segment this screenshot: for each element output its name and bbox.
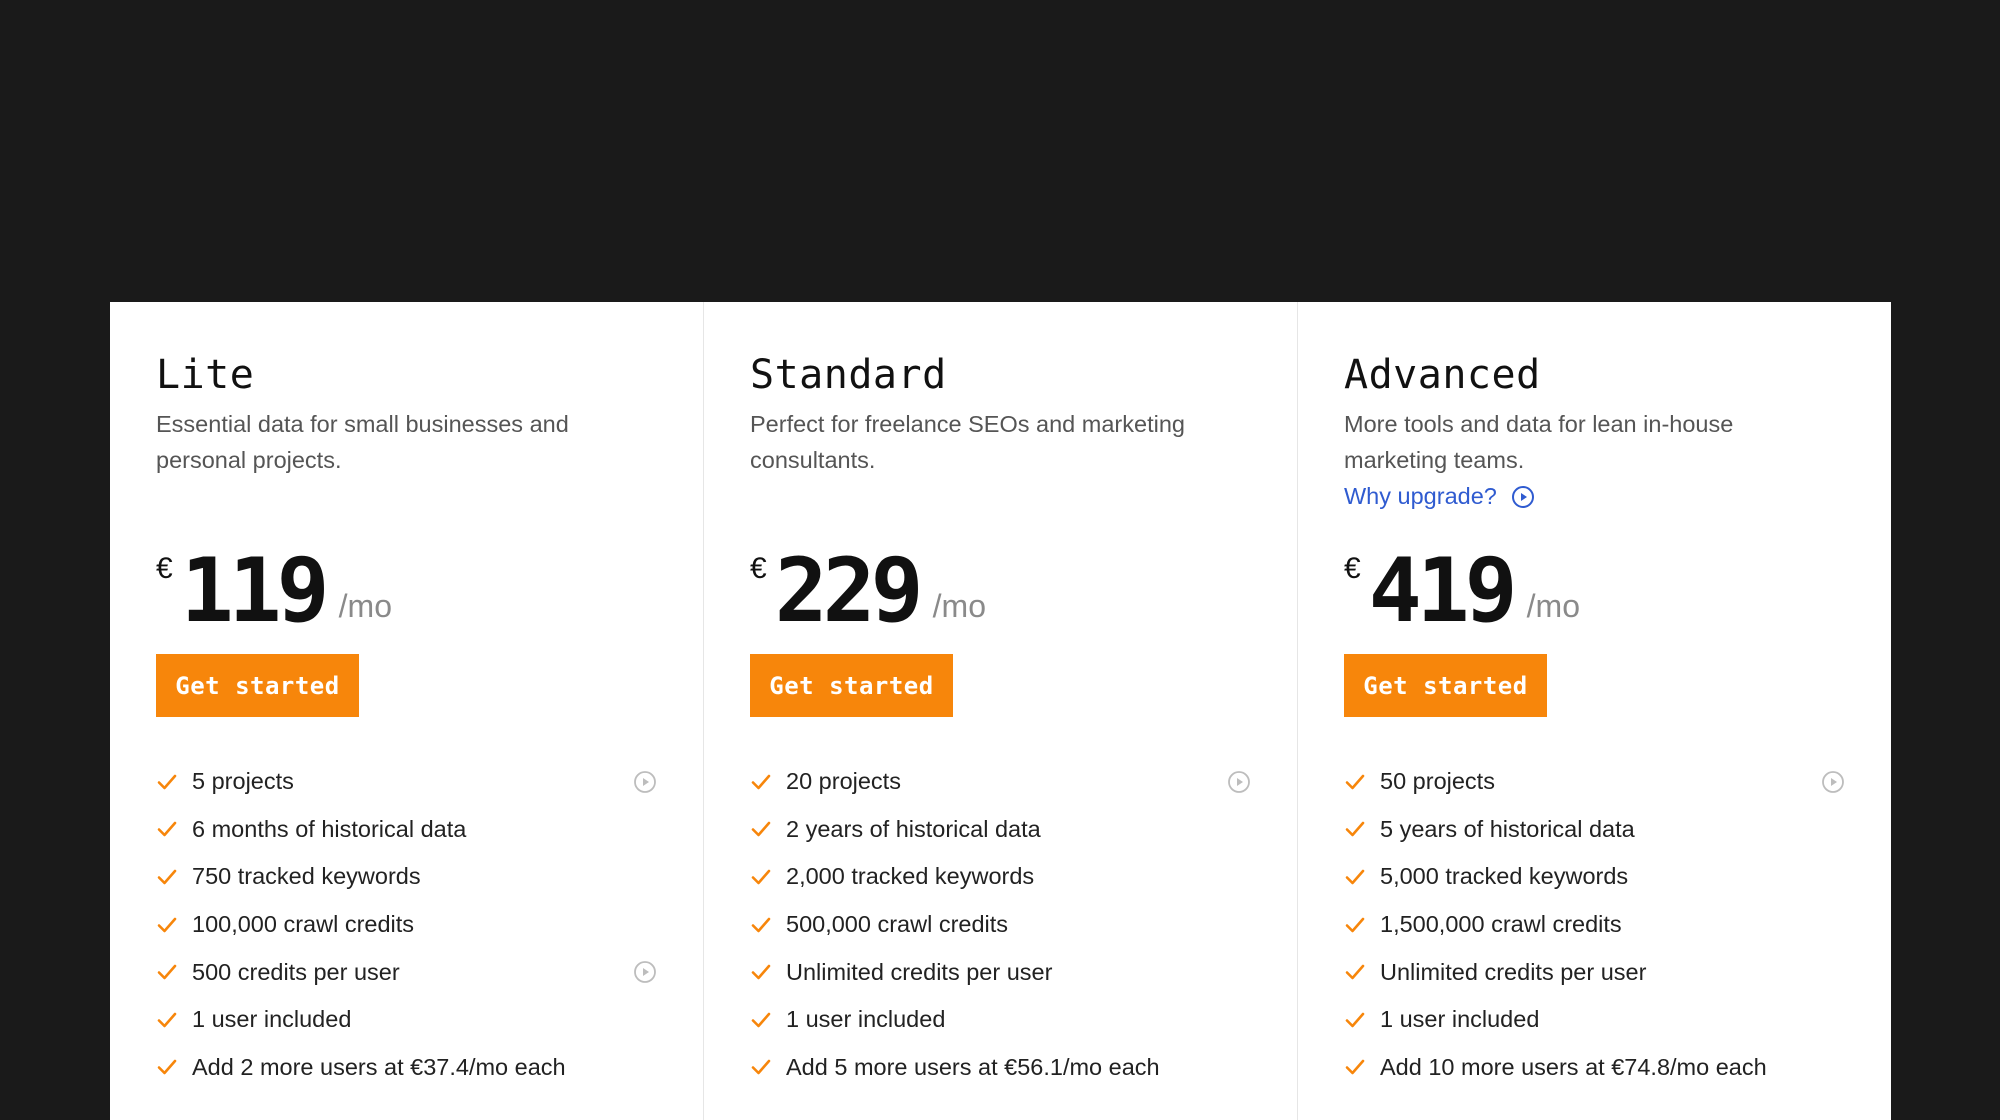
check-icon xyxy=(1345,1060,1365,1075)
feature-text: 500,000 crawl credits xyxy=(786,911,1009,938)
feature-text: 50 projects xyxy=(1380,768,1495,795)
feature-text: 750 tracked keywords xyxy=(192,863,421,890)
feature-item: 2,000 tracked keywords xyxy=(750,853,1251,901)
price-amount: 229 xyxy=(774,539,924,642)
feature-item: 20 projects xyxy=(750,758,1251,806)
feature-text: Add 2 more users at €37.4/mo each xyxy=(192,1053,566,1080)
plan-name: Lite xyxy=(156,352,255,398)
feature-item: 100,000 crawl credits xyxy=(156,901,657,949)
check-icon xyxy=(157,1012,177,1028)
plan-description: More tools and data for lean in-house ma… xyxy=(1344,411,1734,473)
price-period: /mo xyxy=(932,588,986,624)
feature-item: 1,500,000 crawl credits xyxy=(1344,901,1845,949)
feature-item: Unlimited credits per user xyxy=(1344,948,1845,996)
feature-text: 1 user included xyxy=(1380,1006,1540,1033)
feature-item: 50 projects xyxy=(1344,758,1845,806)
feature-list: 20 projects 2 years of historical data 2… xyxy=(750,758,1251,1091)
check-icon xyxy=(751,869,771,885)
check-icon xyxy=(751,774,771,790)
feature-item: 1 user included xyxy=(156,996,657,1044)
price-amount: 119 xyxy=(180,539,330,642)
play-info-icon[interactable] xyxy=(633,770,657,794)
check-icon xyxy=(157,869,177,885)
feature-text: Unlimited credits per user xyxy=(786,958,1053,985)
feature-text: 1 user included xyxy=(192,1006,352,1033)
plan-name: Advanced xyxy=(1344,352,1541,398)
feature-item: 5 years of historical data xyxy=(1344,806,1845,854)
check-icon xyxy=(157,917,177,932)
check-icon xyxy=(751,1060,771,1075)
feature-text: 2,000 tracked keywords xyxy=(786,863,1035,890)
feature-text: 1 user included xyxy=(786,1006,946,1033)
play-info-icon[interactable] xyxy=(1227,770,1251,794)
check-icon xyxy=(751,964,771,980)
play-circle-icon xyxy=(1511,485,1534,508)
feature-list: 5 projects 6 months of historical data 7… xyxy=(156,758,657,1091)
check-icon xyxy=(157,822,177,837)
plan-card-lite: Lite Essential data for small businesses… xyxy=(110,302,703,1120)
feature-item: 500,000 crawl credits xyxy=(750,901,1251,949)
price: € 419 /mo xyxy=(1344,544,1580,638)
check-icon xyxy=(1345,964,1365,980)
check-icon xyxy=(1345,917,1365,932)
feature-text: 100,000 crawl credits xyxy=(192,911,415,938)
plan-card-standard: Standard Perfect for freelance SEOs and … xyxy=(703,302,1297,1120)
currency-symbol: € xyxy=(156,552,173,585)
feature-text: 6 months of historical data xyxy=(192,815,467,842)
check-icon xyxy=(1345,774,1365,790)
feature-text: Add 10 more users at €74.8/mo each xyxy=(1380,1053,1767,1080)
feature-list: 50 projects 5 years of historical data 5… xyxy=(1344,758,1845,1091)
price: € 119 /mo xyxy=(156,544,392,638)
feature-item: 2 years of historical data xyxy=(750,806,1251,854)
feature-item: Unlimited credits per user xyxy=(750,948,1251,996)
price-period: /mo xyxy=(338,588,392,624)
why-upgrade-link[interactable]: Why upgrade? xyxy=(1344,483,1535,510)
get-started-button[interactable]: Get started xyxy=(750,654,953,717)
feature-item: 1 user included xyxy=(1344,996,1845,1044)
feature-text: 5,000 tracked keywords xyxy=(1380,863,1629,890)
get-started-button[interactable]: Get started xyxy=(1344,654,1547,717)
feature-item: Add 2 more users at €37.4/mo each xyxy=(156,1044,657,1092)
feature-item: 750 tracked keywords xyxy=(156,853,657,901)
check-icon xyxy=(1345,822,1365,837)
check-icon xyxy=(1345,869,1365,885)
feature-text: Unlimited credits per user xyxy=(1380,958,1647,985)
get-started-button[interactable]: Get started xyxy=(156,654,359,717)
pricing-plans: Lite Essential data for small businesses… xyxy=(110,302,1891,1120)
feature-text: 20 projects xyxy=(786,768,901,795)
feature-item: 5 projects xyxy=(156,758,657,806)
check-icon xyxy=(1345,1012,1365,1028)
plan-description: Essential data for small businesses and … xyxy=(156,411,569,473)
price: € 229 /mo xyxy=(750,544,986,638)
check-icon xyxy=(157,1060,177,1075)
feature-text: Add 5 more users at €56.1/mo each xyxy=(786,1053,1160,1080)
play-info-icon[interactable] xyxy=(1821,770,1845,794)
feature-item: 1 user included xyxy=(750,996,1251,1044)
currency-symbol: € xyxy=(750,552,767,585)
play-info-icon[interactable] xyxy=(633,960,657,984)
check-icon xyxy=(751,1012,771,1028)
plan-name: Standard xyxy=(750,352,947,398)
feature-item: 5,000 tracked keywords xyxy=(1344,853,1845,901)
feature-item: 6 months of historical data xyxy=(156,806,657,854)
feature-item: Add 10 more users at €74.8/mo each xyxy=(1344,1044,1845,1092)
feature-item: 500 credits per user xyxy=(156,948,657,996)
plan-card-advanced: Advanced More tools and data for lean in… xyxy=(1297,302,1891,1120)
currency-symbol: € xyxy=(1344,552,1361,585)
price-period: /mo xyxy=(1526,588,1580,624)
feature-text: 5 years of historical data xyxy=(1380,815,1635,842)
check-icon xyxy=(157,964,177,980)
feature-text: 2 years of historical data xyxy=(786,815,1041,842)
feature-text: 500 credits per user xyxy=(192,958,400,985)
price-amount: 419 xyxy=(1368,539,1518,642)
why-upgrade-label: Why upgrade? xyxy=(1344,483,1497,509)
check-icon xyxy=(751,822,771,837)
check-icon xyxy=(751,917,771,932)
check-icon xyxy=(157,774,177,790)
feature-item: Add 5 more users at €56.1/mo each xyxy=(750,1044,1251,1092)
plan-description: Perfect for freelance SEOs and marketing… xyxy=(750,411,1185,473)
feature-text: 5 projects xyxy=(192,768,294,795)
feature-text: 1,500,000 crawl credits xyxy=(1380,911,1622,938)
